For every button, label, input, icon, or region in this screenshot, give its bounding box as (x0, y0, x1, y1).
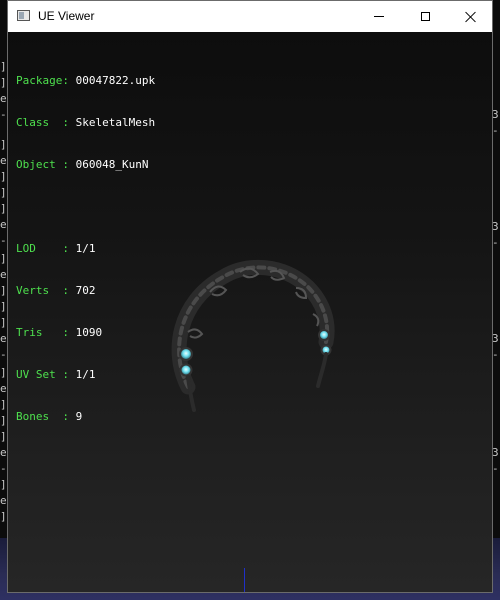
class-value: SkeletalMesh (75, 116, 156, 129)
axis-gizmo (244, 568, 245, 592)
gem-left-lower (179, 363, 193, 377)
package-label: Package: (16, 74, 69, 87)
background-console-right-edge: 3 - 3 - 3 - 3 - (492, 108, 499, 475)
app-window-icon (17, 10, 30, 21)
right-tail (316, 352, 328, 388)
object-label: Object : (16, 158, 69, 171)
gem-right-upper (318, 329, 330, 341)
lod-label: LOD : (16, 242, 69, 255)
maximize-icon (420, 12, 430, 21)
3d-viewport[interactable]: Package: 00047822.upk Class : SkeletalMe… (8, 32, 492, 592)
close-icon (465, 11, 477, 23)
class-label: Class : (16, 116, 69, 129)
object-value: 060048_KunN (75, 158, 149, 171)
lod-value: 1/1 (75, 242, 96, 255)
title-bar[interactable]: UE Viewer (8, 1, 492, 32)
gem-left-upper (179, 347, 193, 361)
uvset-value: 1/1 (75, 368, 96, 381)
maximize-button[interactable] (402, 1, 448, 32)
bones-label: Bones : (16, 410, 69, 423)
tris-value: 1090 (75, 326, 103, 339)
bones-value: 9 (75, 410, 83, 423)
window-title: UE Viewer (38, 9, 95, 23)
verts-label: Verts : (16, 284, 69, 297)
tris-label: Tris : (16, 326, 69, 339)
uvset-label: UV Set : (16, 368, 69, 381)
skeletal-mesh-model[interactable] (148, 242, 348, 412)
verts-value: 702 (75, 284, 96, 297)
minimize-icon (374, 16, 384, 17)
minimize-button[interactable] (356, 1, 402, 32)
package-value: 00047822.upk (75, 74, 156, 87)
close-button[interactable] (448, 1, 494, 32)
mesh-info-overlay: Package: 00047822.upk Class : SkeletalMe… (16, 46, 155, 452)
ue-viewer-window: UE Viewer Package: 00047822.upk Class : … (7, 0, 493, 593)
